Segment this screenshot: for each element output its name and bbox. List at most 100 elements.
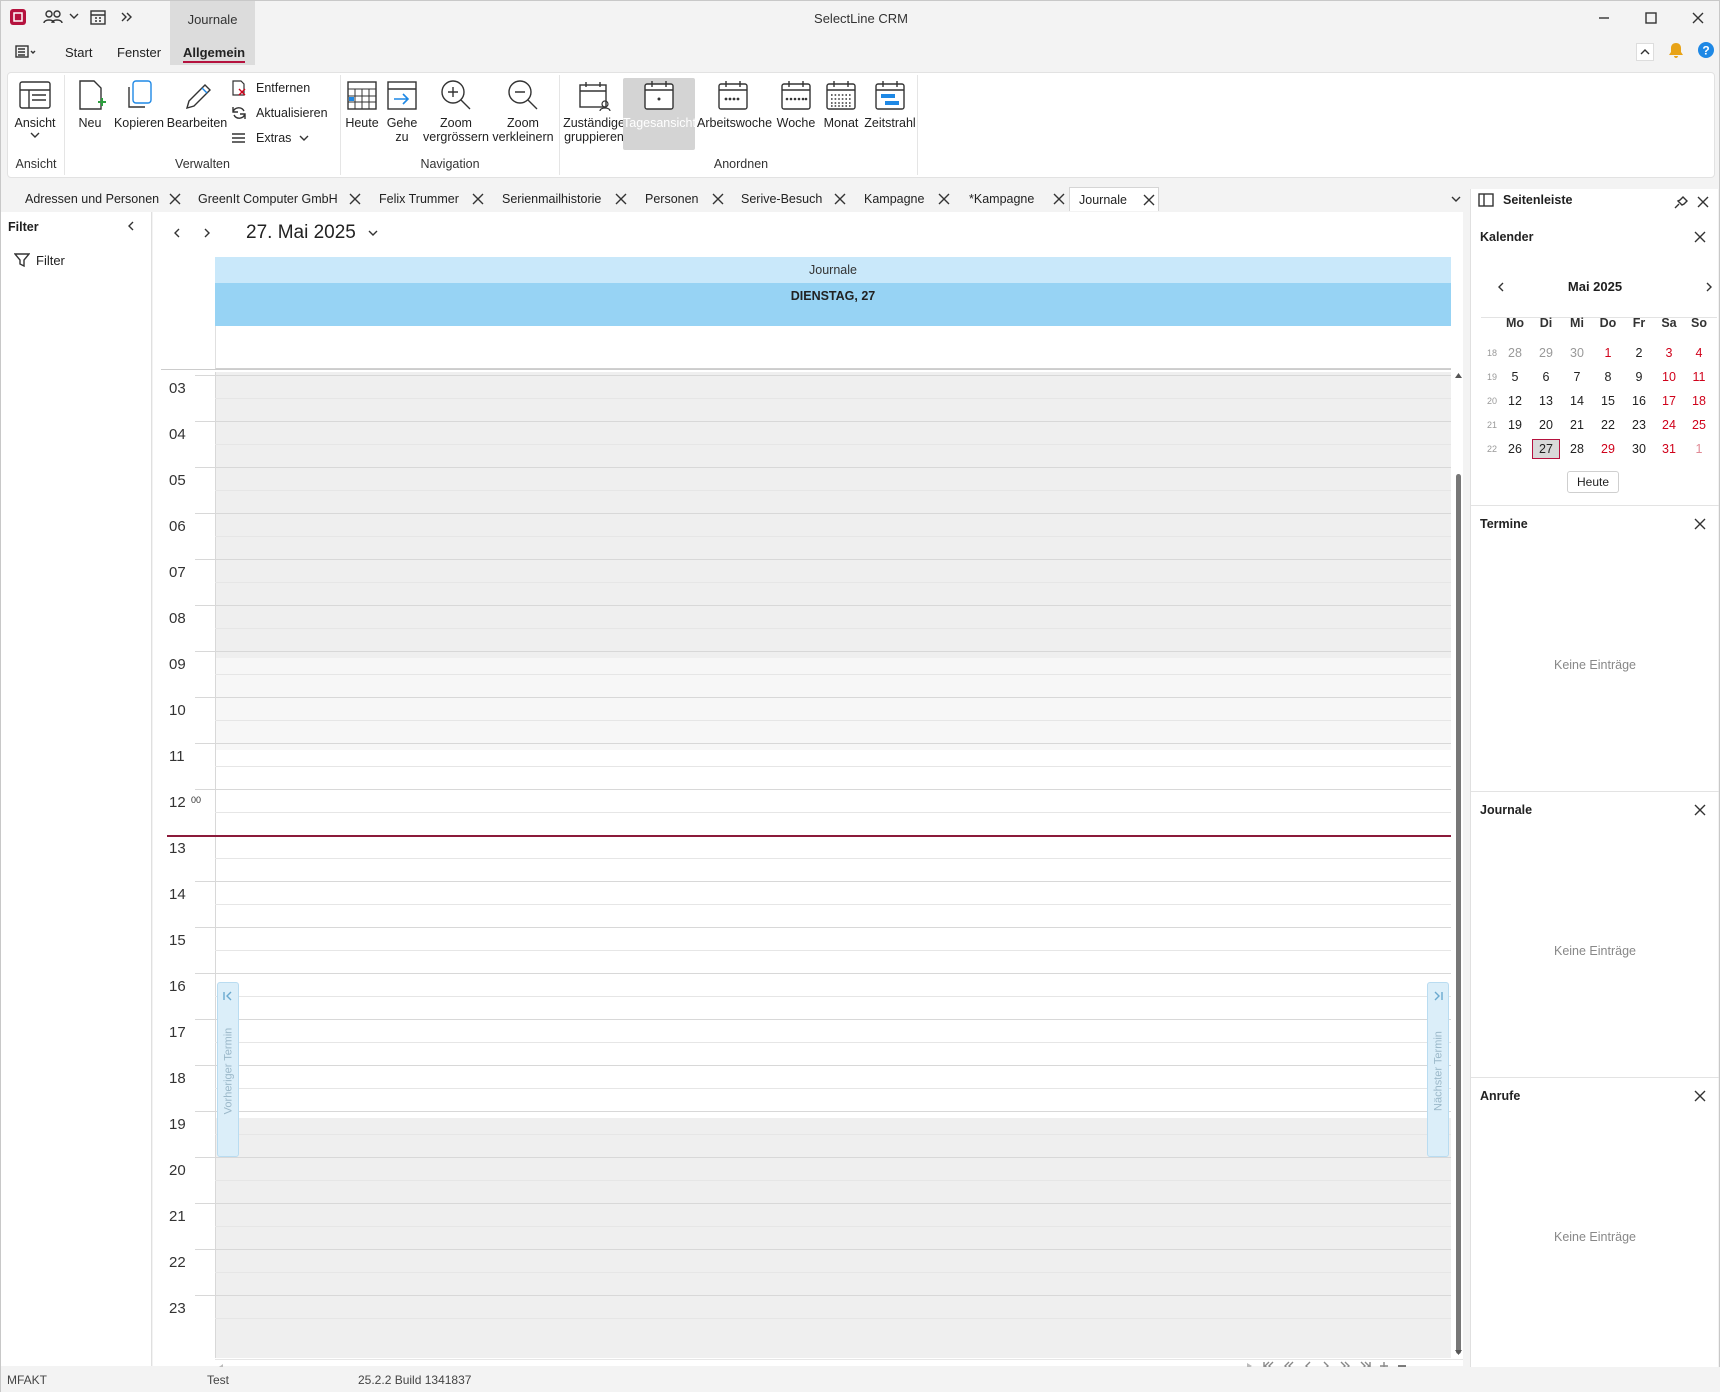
entfernen-button[interactable]: Entfernen <box>230 80 310 96</box>
next-day-chevron-icon[interactable] <box>203 228 211 238</box>
mini-calendar-day[interactable]: 21 <box>1563 418 1591 432</box>
close-icon[interactable] <box>1694 518 1706 530</box>
doc-tab-active[interactable]: Journale <box>1069 187 1159 211</box>
mini-calendar-day[interactable]: 18 <box>1685 394 1713 408</box>
mini-calendar-day[interactable]: 10 <box>1655 370 1683 384</box>
bearbeiten-button[interactable]: Bearbeiten <box>166 78 228 130</box>
prev-day-chevron-icon[interactable] <box>173 228 181 238</box>
close-icon[interactable] <box>712 193 724 205</box>
scroll-up-icon[interactable] <box>1454 372 1463 380</box>
doc-tab[interactable]: Kampagne <box>849 187 954 211</box>
mini-calendar-day[interactable]: 26 <box>1501 442 1529 456</box>
close-window-button[interactable] <box>1691 11 1705 25</box>
calendar-icon[interactable] <box>90 9 106 25</box>
ansicht-button[interactable]: Ansicht <box>12 78 58 139</box>
view-menu-icon[interactable] <box>15 45 37 59</box>
previous-appointment-button[interactable]: Vorheriger Termin <box>217 982 239 1157</box>
tab-overflow-chevron-icon[interactable] <box>1451 195 1461 203</box>
doc-tab[interactable]: Serive-Besuch <box>727 187 849 211</box>
close-icon[interactable] <box>1697 196 1709 208</box>
menu-allgemein[interactable]: Allgemein <box>183 45 246 63</box>
vertical-scrollbar[interactable] <box>1454 372 1463 1358</box>
mini-calendar-day[interactable]: 3 <box>1655 346 1683 360</box>
mini-calendar-day[interactable]: 15 <box>1594 394 1622 408</box>
doc-tab[interactable]: Adressen und Personen <box>9 187 184 211</box>
mini-calendar-day[interactable]: 22 <box>1594 418 1622 432</box>
mini-calendar-day[interactable]: 9 <box>1625 370 1653 384</box>
scrollbar-thumb[interactable] <box>1456 474 1461 1354</box>
mini-calendar-day[interactable]: 1 <box>1594 346 1622 360</box>
filter-item[interactable]: Filter <box>14 252 65 268</box>
notifications-bell-icon[interactable] <box>1667 41 1685 59</box>
zoom-in-button[interactable]: Zoom vergrössern <box>422 78 490 144</box>
mini-calendar-day[interactable]: 17 <box>1655 394 1683 408</box>
mini-calendar-day[interactable]: 24 <box>1655 418 1683 432</box>
mini-calendar-day[interactable]: 30 <box>1563 346 1591 360</box>
close-icon[interactable] <box>472 193 484 205</box>
close-icon[interactable] <box>615 193 627 205</box>
minimize-button[interactable] <box>1597 11 1611 25</box>
menu-fenster[interactable]: Fenster <box>117 45 161 60</box>
next-appointment-button[interactable]: Nächster Termin <box>1427 982 1449 1157</box>
mini-calendar-day[interactable]: 25 <box>1685 418 1713 432</box>
close-icon[interactable] <box>1053 193 1065 205</box>
extras-button[interactable]: Extras <box>230 130 309 146</box>
close-icon[interactable] <box>1694 231 1706 243</box>
close-icon[interactable] <box>1694 1090 1706 1102</box>
mini-calendar-day[interactable]: 31 <box>1655 442 1683 456</box>
doc-tab[interactable]: *Kampagne <box>954 187 1069 211</box>
help-icon[interactable]: ? <box>1697 41 1715 59</box>
date-selector[interactable]: 27. Mai 2025 <box>246 222 378 244</box>
all-day-area[interactable] <box>215 326 1451 369</box>
time-grid[interactable]: 03 04 05 06 07 08 09 10 11 12 00 13 14 15 16 17 18 19 20 21… <box>153 372 1451 1358</box>
close-icon[interactable] <box>349 193 361 205</box>
mini-calendar-day[interactable]: 29 <box>1594 442 1622 456</box>
next-month-chevron-icon[interactable] <box>1705 282 1713 292</box>
scroll-down-icon[interactable] <box>1454 1348 1463 1356</box>
monat-button[interactable]: Monat <box>819 78 863 130</box>
mini-calendar-today-button[interactable]: Heute <box>1567 471 1619 493</box>
collapse-ribbon-button[interactable] <box>1636 43 1654 61</box>
day-header[interactable]: DIENSTAG, 27 <box>215 283 1451 326</box>
pin-icon[interactable] <box>1674 195 1688 209</box>
mini-calendar-day[interactable]: 23 <box>1625 418 1653 432</box>
aktualisieren-button[interactable]: Aktualisieren <box>230 105 328 121</box>
mini-calendar-day[interactable]: 7 <box>1563 370 1591 384</box>
contacts-icon[interactable] <box>43 9 63 25</box>
mini-calendar-day[interactable]: 11 <box>1685 370 1713 384</box>
mini-calendar-day-selected[interactable]: 27 <box>1532 439 1560 459</box>
arbeitswoche-button[interactable]: Arbeitswoche <box>697 78 772 130</box>
close-icon[interactable] <box>1143 194 1155 206</box>
mini-calendar-day[interactable]: 30 <box>1625 442 1653 456</box>
mini-calendar-month[interactable]: Mai 2025 <box>1471 279 1719 294</box>
mini-calendar-day[interactable]: 6 <box>1532 370 1560 384</box>
chevron-down-icon[interactable] <box>69 12 79 20</box>
woche-button[interactable]: Woche <box>773 78 819 130</box>
mini-calendar-day[interactable]: 13 <box>1532 394 1560 408</box>
maximize-button[interactable] <box>1644 11 1658 25</box>
mini-calendar-day[interactable]: 2 <box>1625 346 1653 360</box>
more-icon[interactable] <box>121 12 133 22</box>
heute-button[interactable]: Heute <box>342 78 382 130</box>
mini-calendar-day[interactable]: 20 <box>1532 418 1560 432</box>
mini-calendar-day[interactable]: 19 <box>1501 418 1529 432</box>
mini-calendar-day[interactable]: 5 <box>1501 370 1529 384</box>
close-icon[interactable] <box>834 193 846 205</box>
menu-start[interactable]: Start <box>65 45 92 60</box>
mini-calendar-day[interactable]: 8 <box>1594 370 1622 384</box>
doc-tab[interactable]: GreenIt Computer GmbH <box>184 187 364 211</box>
collapse-filter-chevron-icon[interactable] <box>127 221 135 231</box>
close-icon[interactable] <box>938 193 950 205</box>
close-icon[interactable] <box>169 193 181 205</box>
zeitstrahl-button[interactable]: Zeitstrahl <box>863 78 917 130</box>
gehe-zu-button[interactable]: Gehe zu <box>382 78 422 144</box>
mini-calendar-day[interactable]: 28 <box>1501 346 1529 360</box>
tagesansicht-button[interactable]: Tagesansicht <box>623 78 696 150</box>
doc-tab[interactable]: Personen <box>631 187 727 211</box>
mini-calendar-day[interactable]: 29 <box>1532 346 1560 360</box>
mini-calendar-day[interactable]: 14 <box>1563 394 1591 408</box>
mini-calendar-day[interactable]: 1 <box>1685 442 1713 456</box>
doc-tab[interactable]: Serienmailhistorie <box>488 187 631 211</box>
mini-calendar-day[interactable]: 28 <box>1563 442 1591 456</box>
close-icon[interactable] <box>1694 804 1706 816</box>
